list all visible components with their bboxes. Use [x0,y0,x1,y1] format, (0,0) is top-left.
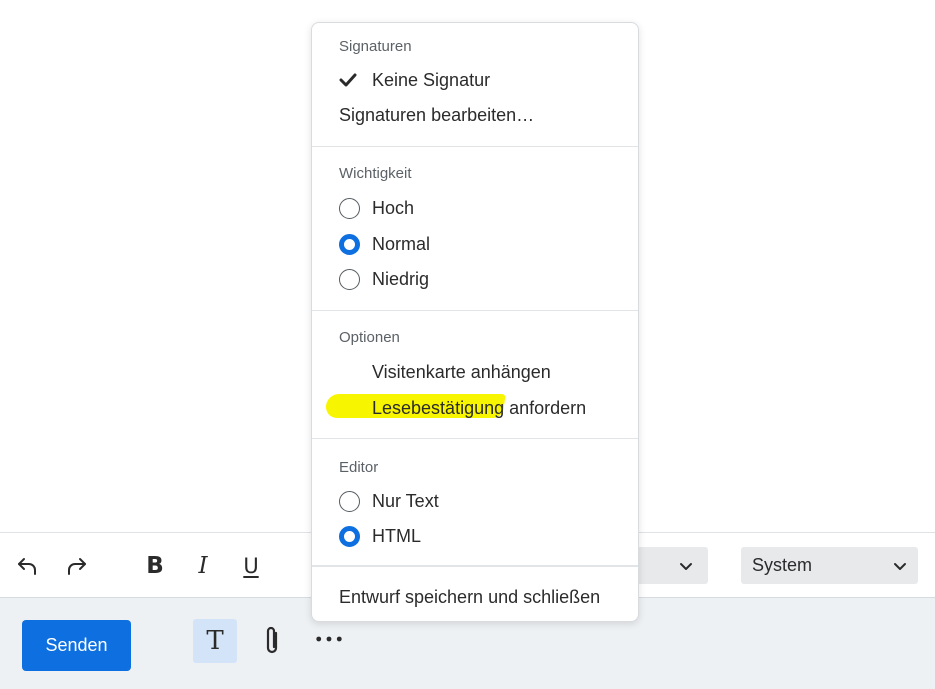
more-options-menu: Signaturen Keine Signatur Signaturen bea… [311,22,639,622]
section-header-importance: Wichtigkeit [339,165,412,182]
more-horizontal-icon[interactable] [311,624,347,654]
chevron-down-icon [894,562,906,570]
signatures-section: Signaturen Keine Signatur Signaturen bea… [312,23,638,147]
undo-icon[interactable] [12,551,42,581]
menu-item-label: Lesebestätigung anfordern [372,397,587,418]
menu-item-label: Niedrig [372,268,430,289]
radio-importance-normal[interactable]: Normal [339,229,629,259]
bold-button[interactable]: B [140,551,170,581]
menu-item-request-read-receipt[interactable]: Lesebestätigung anfordern [339,393,629,423]
section-header-options: Optionen [339,329,400,346]
editor-section: Editor Nur Text HTML [312,439,638,567]
font-family-select[interactable]: System [741,547,918,584]
radio-icon [339,197,360,219]
paperclip-icon[interactable] [257,622,287,660]
section-header-editor: Editor [339,459,379,476]
underline-button[interactable]: U [236,551,266,581]
italic-button[interactable]: I [188,551,218,581]
importance-section: Wichtigkeit Hoch Normal Niedrig [312,147,638,311]
redo-icon[interactable] [62,551,92,581]
menu-item-label: Normal [372,233,431,254]
radio-editor-html[interactable]: HTML [339,521,629,551]
radio-selected-icon [339,525,360,547]
text-format-button[interactable]: T [193,619,237,663]
checkmark-icon [339,69,372,91]
menu-item-label: Keine Signatur [372,69,491,90]
menu-item-no-signature[interactable]: Keine Signatur [339,65,629,95]
radio-importance-low[interactable]: Niedrig [339,264,629,294]
radio-icon [339,268,360,290]
menu-item-label: HTML [372,525,421,546]
font-size-select[interactable] [630,547,708,584]
radio-editor-plain-text[interactable]: Nur Text [339,486,629,516]
options-section: Optionen Visitenkarte anhängen Lesebestä… [312,311,638,439]
menu-item-save-draft-close[interactable]: Entwurf speichern und schließen [339,582,629,612]
radio-importance-high[interactable]: Hoch [339,193,629,223]
section-header-signatures: Signaturen [339,38,412,55]
menu-item-label: Entwurf speichern und schließen [339,586,601,607]
chevron-down-icon [680,562,692,570]
menu-item-attach-vcard[interactable]: Visitenkarte anhängen [339,357,629,387]
radio-selected-icon [339,233,360,255]
font-family-value: System [752,555,813,575]
radio-icon [339,490,360,512]
menu-item-label: Signaturen bearbeiten… [339,104,535,125]
send-button[interactable]: Senden [22,620,131,671]
menu-item-label: Visitenkarte anhängen [372,361,551,382]
menu-item-edit-signatures[interactable]: Signaturen bearbeiten… [339,100,629,130]
menu-item-label: Hoch [372,197,415,218]
menu-item-label: Nur Text [372,490,439,511]
